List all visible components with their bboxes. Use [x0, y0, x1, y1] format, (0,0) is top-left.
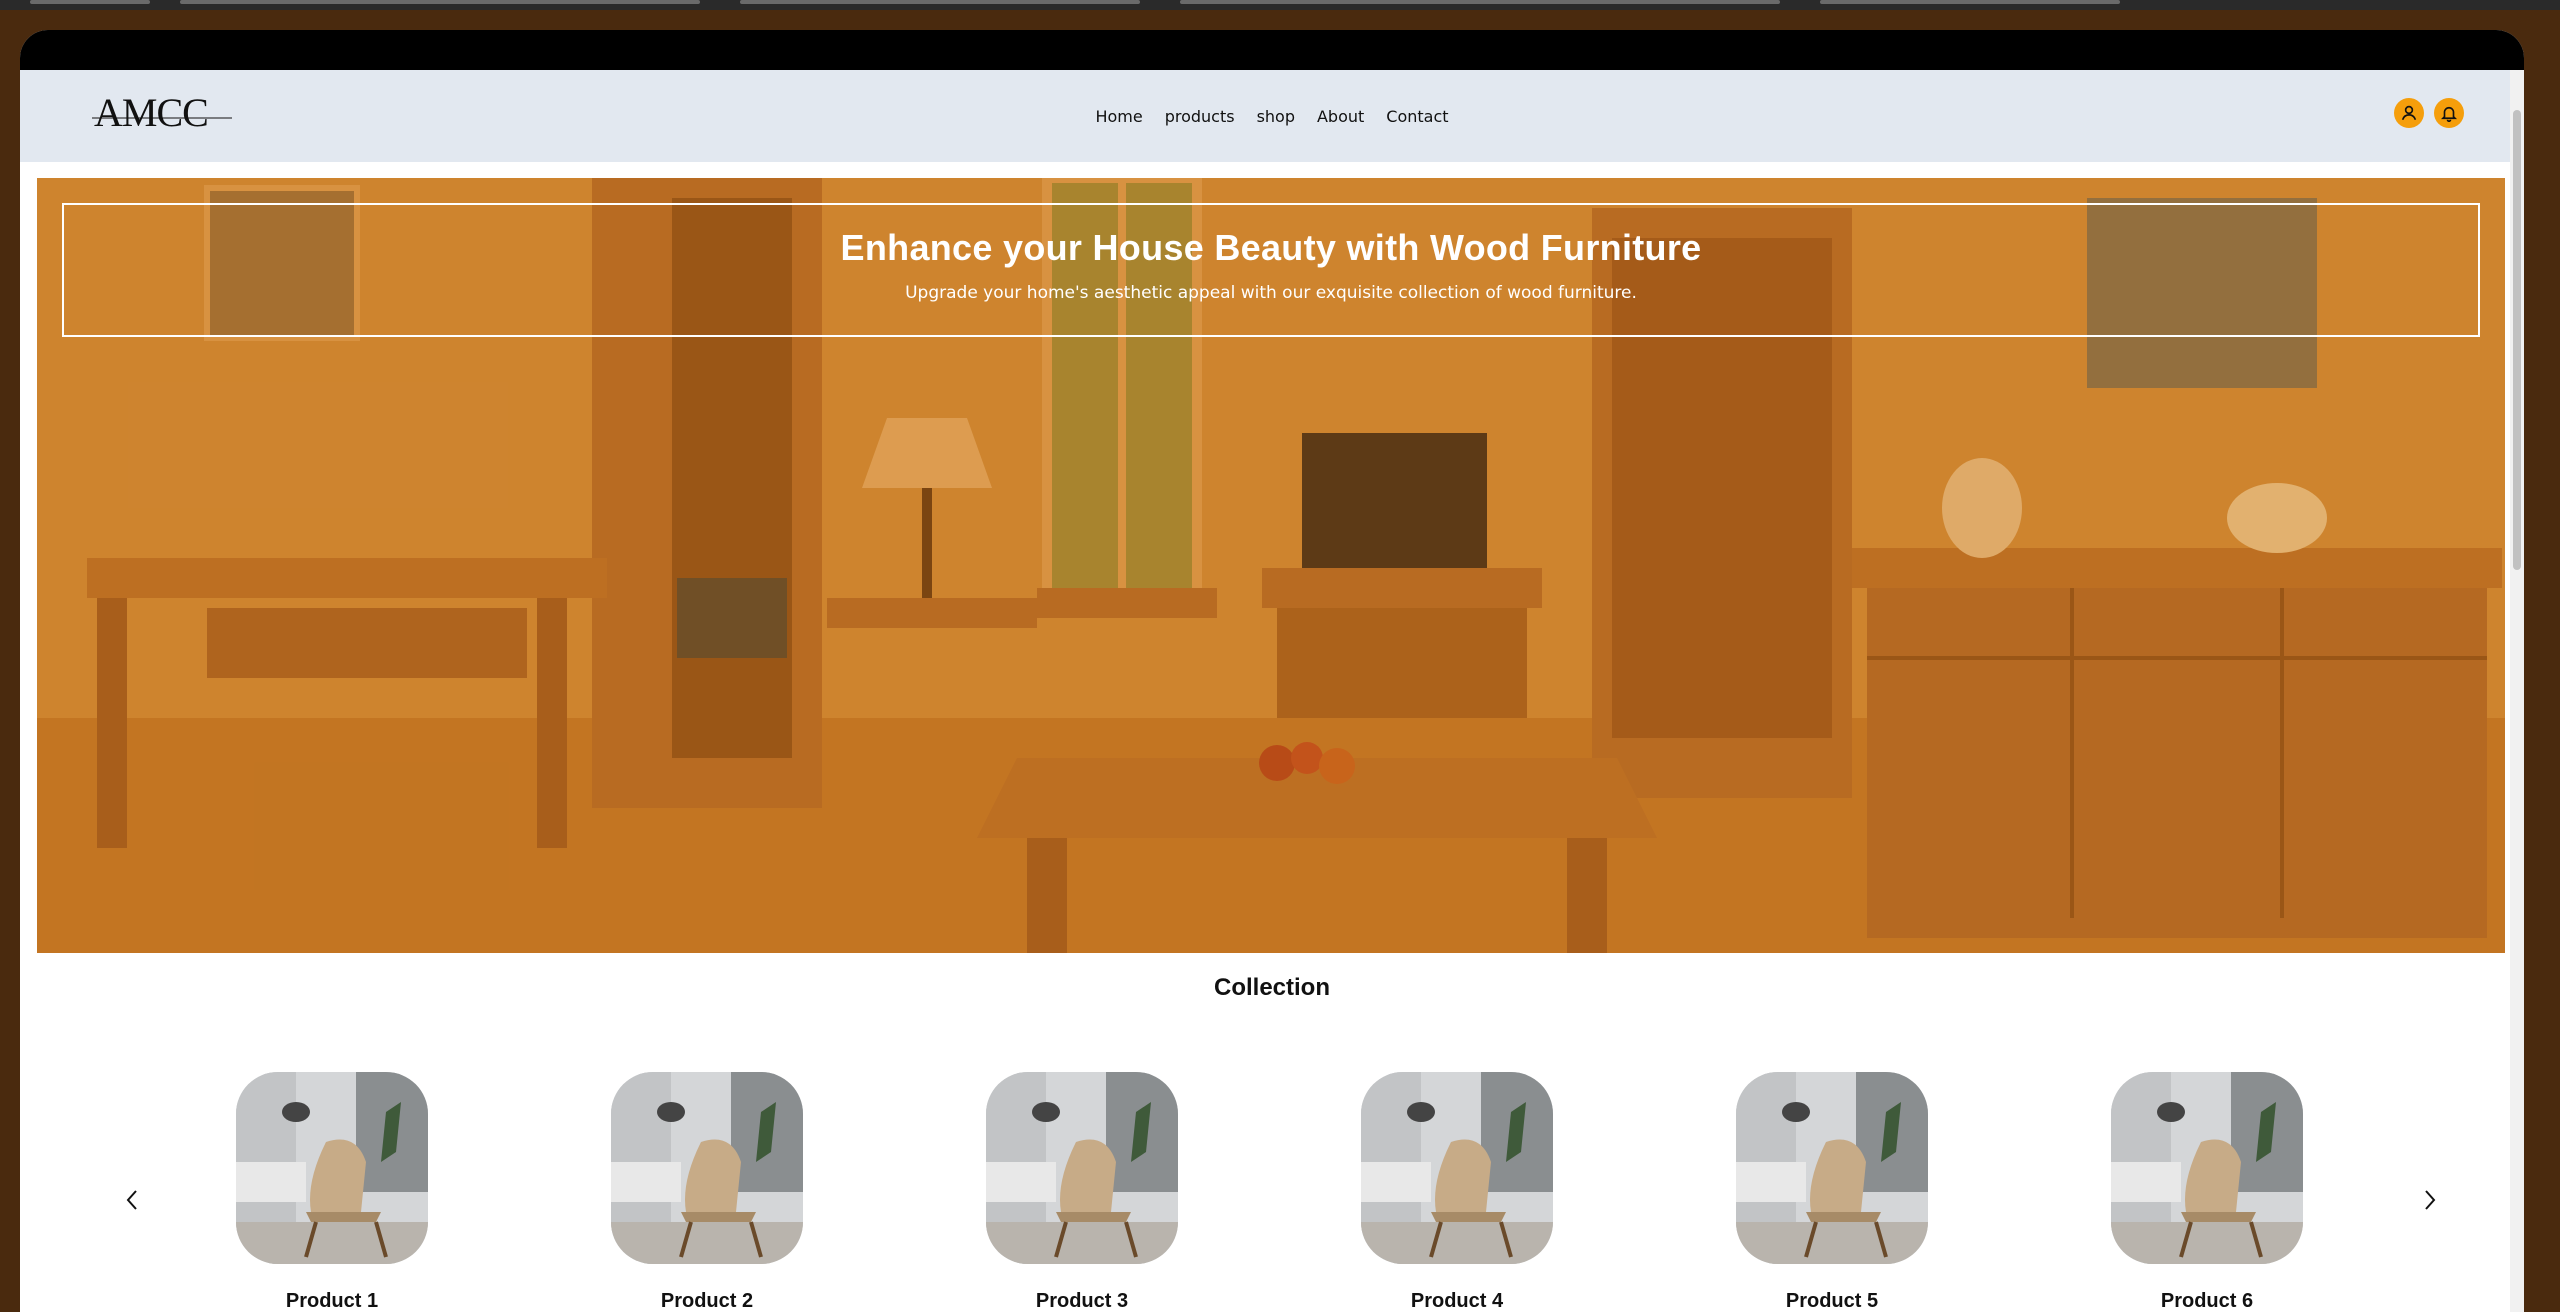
product-card[interactable]: Product 3 [986, 1072, 1178, 1312]
chevron-left-icon[interactable] [112, 1180, 152, 1220]
product-card[interactable]: Product 6 [2111, 1072, 2303, 1312]
nav-contact[interactable]: Contact [1386, 107, 1448, 126]
product-name: Product 5 [1785, 1290, 1879, 1312]
hero-text-box: Enhance your House Beauty with Wood Furn… [62, 203, 2480, 337]
nav-about[interactable]: About [1317, 107, 1364, 126]
product-card[interactable]: Product 1 [236, 1072, 428, 1312]
nav-home[interactable]: Home [1095, 107, 1142, 126]
page-viewport: AMCC Home products shop About Contact En… [20, 30, 2524, 1312]
product-card[interactable]: Product 4 [1361, 1072, 1553, 1312]
browser-tab-strip [0, 0, 2560, 10]
product-card[interactable]: Product 2 [611, 1072, 803, 1312]
page-scrollbar[interactable] [2510, 70, 2524, 1312]
hero-banner: Enhance your House Beauty with Wood Furn… [37, 178, 2505, 953]
nav-shop[interactable]: shop [1257, 107, 1295, 126]
main-nav: Home products shop About Contact [20, 70, 2524, 162]
nav-products[interactable]: products [1165, 107, 1235, 126]
product-image[interactable] [986, 1072, 1178, 1264]
product-name: Product 1 [285, 1290, 379, 1312]
product-name: Product 3 [1035, 1290, 1129, 1312]
product-card[interactable]: Product 5 [1736, 1072, 1928, 1312]
top-black-bar [20, 30, 2524, 70]
collection-title: Collection [1213, 974, 1330, 1001]
bell-icon[interactable] [2434, 98, 2464, 128]
chevron-right-icon[interactable] [2410, 1180, 2450, 1220]
product-image[interactable] [1361, 1072, 1553, 1264]
product-image[interactable] [1736, 1072, 1928, 1264]
scrollbar-thumb[interactable] [2513, 110, 2521, 570]
product-name: Product 6 [2160, 1290, 2254, 1312]
hero-subtitle: Upgrade your home's aesthetic appeal wit… [905, 283, 1637, 303]
product-name: Product 2 [660, 1290, 754, 1312]
product-carousel: Product 1 Product 2 Product 3 Product 4 … [20, 1040, 2524, 1312]
product-image[interactable] [2111, 1072, 2303, 1264]
product-name: Product 4 [1410, 1290, 1504, 1312]
navbar: AMCC Home products shop About Contact [20, 70, 2524, 162]
hero-title: Enhance your House Beauty with Wood Furn… [840, 227, 1702, 268]
product-image[interactable] [611, 1072, 803, 1264]
product-image[interactable] [236, 1072, 428, 1264]
user-icon[interactable] [2394, 98, 2424, 128]
nav-actions [2394, 98, 2464, 128]
